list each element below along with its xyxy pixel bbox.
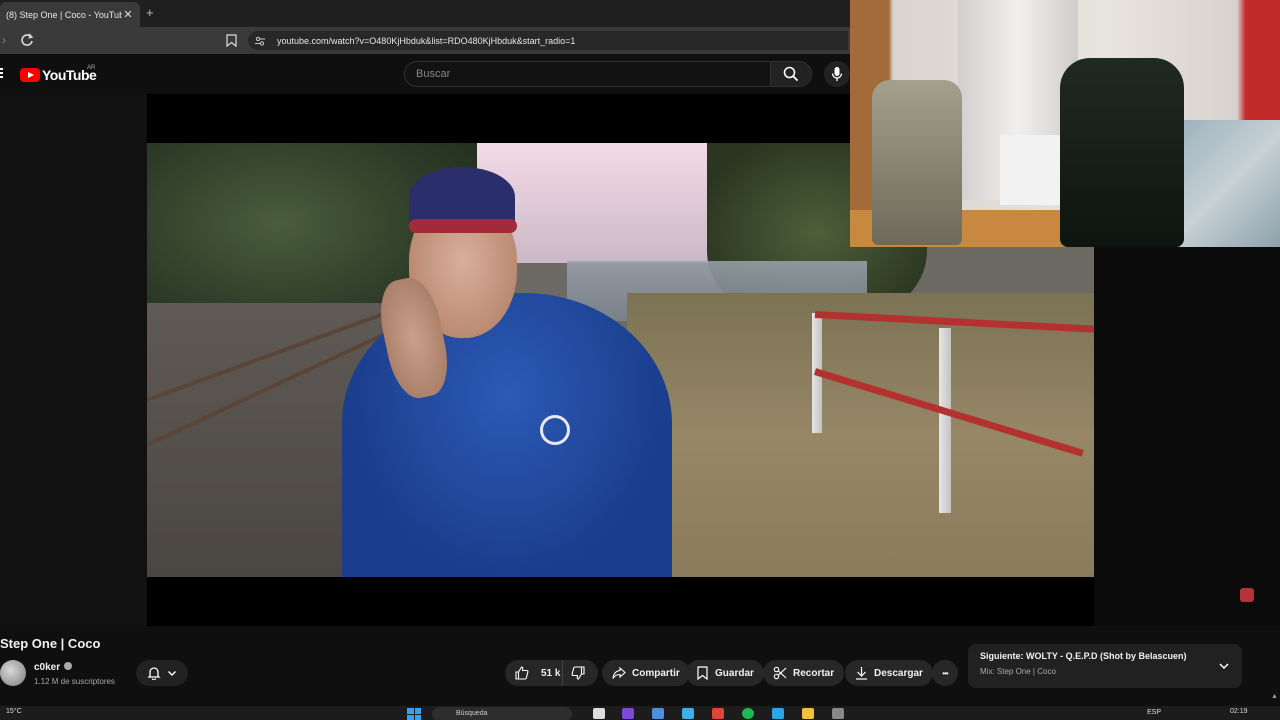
weather-temperature[interactable]: 15°C (6, 708, 22, 715)
search-input[interactable] (416, 68, 770, 80)
video-title: Step One | Coco (0, 636, 101, 651)
save-label: Guardar (715, 667, 754, 679)
new-tab-button[interactable]: + (146, 5, 154, 20)
save-button[interactable]: Guardar (686, 660, 764, 686)
language-indicator[interactable]: ESP (1147, 709, 1161, 716)
search-icon (783, 66, 799, 82)
dislike-button[interactable] (563, 660, 598, 686)
screen: (8) Step One | Coco - YouTube ✕ + › yout… (0, 0, 1280, 720)
reload-icon[interactable] (20, 33, 34, 47)
app-icon-sky[interactable] (682, 708, 694, 719)
extension-icon[interactable] (1240, 588, 1254, 602)
taskbar-clock[interactable]: 02:19 (1230, 708, 1248, 715)
share-button[interactable]: Compartir (602, 660, 690, 686)
video-person-cap-brim (409, 219, 517, 233)
file-icon[interactable] (593, 708, 605, 719)
windows-start-icon[interactable] (407, 708, 421, 720)
verified-icon (64, 662, 73, 671)
folder-icon[interactable] (802, 708, 814, 719)
country-code: AR (87, 65, 96, 71)
app-icon-purple[interactable] (622, 708, 634, 719)
tab-title: (8) Step One | Coco - YouTube (6, 9, 122, 20)
subscriber-count: 1.12 M de suscriptores (34, 677, 115, 686)
share-icon (612, 666, 626, 679)
subscribed-notification-button[interactable] (136, 660, 188, 686)
windows-taskbar: 15°C Búsqueda ESP 02:19 (0, 706, 1280, 720)
browser-tab[interactable]: (8) Step One | Coco - YouTube ✕ (0, 2, 140, 27)
url-text: youtube.com/watch?v=O480KjHbduk&list=RDO… (277, 35, 576, 46)
channel-name-text[interactable]: c0ker (34, 662, 60, 673)
youtube-header: YouTube AR (0, 54, 850, 94)
site-settings-icon[interactable] (254, 35, 266, 47)
like-dislike-group: 51 k (505, 660, 598, 686)
microphone-icon (831, 67, 843, 81)
app-icon-grey[interactable] (832, 708, 844, 719)
browser-tab-strip: (8) Step One | Coco - YouTube ✕ + (0, 0, 850, 27)
like-button[interactable]: 51 k (505, 660, 563, 686)
forward-icon[interactable]: › (2, 33, 6, 47)
video-fence-post (939, 328, 951, 513)
chevron-down-icon (168, 671, 176, 676)
channel-name[interactable]: c0ker (34, 662, 73, 673)
more-icon: ••• (942, 668, 948, 678)
bookmark-icon[interactable] (226, 34, 237, 47)
like-count: 51 k (541, 667, 561, 679)
menu-icon[interactable] (0, 68, 3, 80)
taskbar-search-label: Búsqueda (456, 710, 488, 717)
video-jacket-badge (540, 415, 570, 445)
next-video-label: Siguiente: WOLTY - Q.E.P.D (Shot by Bela… (980, 651, 1187, 661)
more-actions-button[interactable]: ••• (932, 660, 958, 686)
tab-close-icon[interactable]: ✕ (122, 8, 134, 21)
thumbs-up-icon (515, 666, 529, 680)
browser-toolbar: › youtube.com/watch?v=O480KjHbduk&list=R… (0, 27, 850, 54)
page-left-area (0, 94, 147, 626)
share-label: Compartir (632, 667, 680, 679)
download-icon (856, 667, 867, 680)
search-box[interactable] (404, 61, 771, 87)
clip-label: Recortar (793, 667, 835, 679)
video-person-cap (409, 167, 515, 227)
channel-avatar[interactable] (0, 660, 26, 686)
scissors-icon (773, 666, 787, 680)
webcam-bed (1180, 120, 1280, 247)
youtube-logo[interactable]: YouTube (20, 67, 97, 83)
webcam-chair-black (1060, 58, 1184, 247)
chevron-down-icon[interactable] (1218, 660, 1230, 672)
webcam-chair-grey (872, 80, 962, 245)
search-button[interactable] (770, 61, 812, 87)
voice-search-button[interactable] (824, 61, 850, 87)
scroll-arrow-icon[interactable]: ▲ (1271, 693, 1278, 700)
app-icon-blue[interactable] (652, 708, 664, 719)
app-icon-cyan[interactable] (772, 708, 784, 719)
playlist-name: Mix: Step One | Coco (980, 667, 1056, 676)
download-button[interactable]: Descargar (845, 660, 933, 686)
thumbs-down-icon (571, 666, 585, 680)
playlist-next-card[interactable]: Siguiente: WOLTY - Q.E.P.D (Shot by Bela… (968, 644, 1242, 688)
browser-taskbar-icon[interactable] (712, 708, 724, 719)
webcam-overlay (850, 0, 1280, 247)
address-bar[interactable]: youtube.com/watch?v=O480KjHbduk&list=RDO… (248, 31, 848, 50)
spotify-icon[interactable] (742, 708, 754, 719)
youtube-play-icon (20, 68, 40, 82)
bell-icon (147, 667, 161, 680)
page-right-area (1094, 247, 1280, 626)
taskbar-search[interactable]: Búsqueda (432, 707, 572, 720)
bookmark-save-icon (697, 666, 708, 680)
download-label: Descargar (874, 667, 923, 679)
clip-button[interactable]: Recortar (763, 660, 845, 686)
